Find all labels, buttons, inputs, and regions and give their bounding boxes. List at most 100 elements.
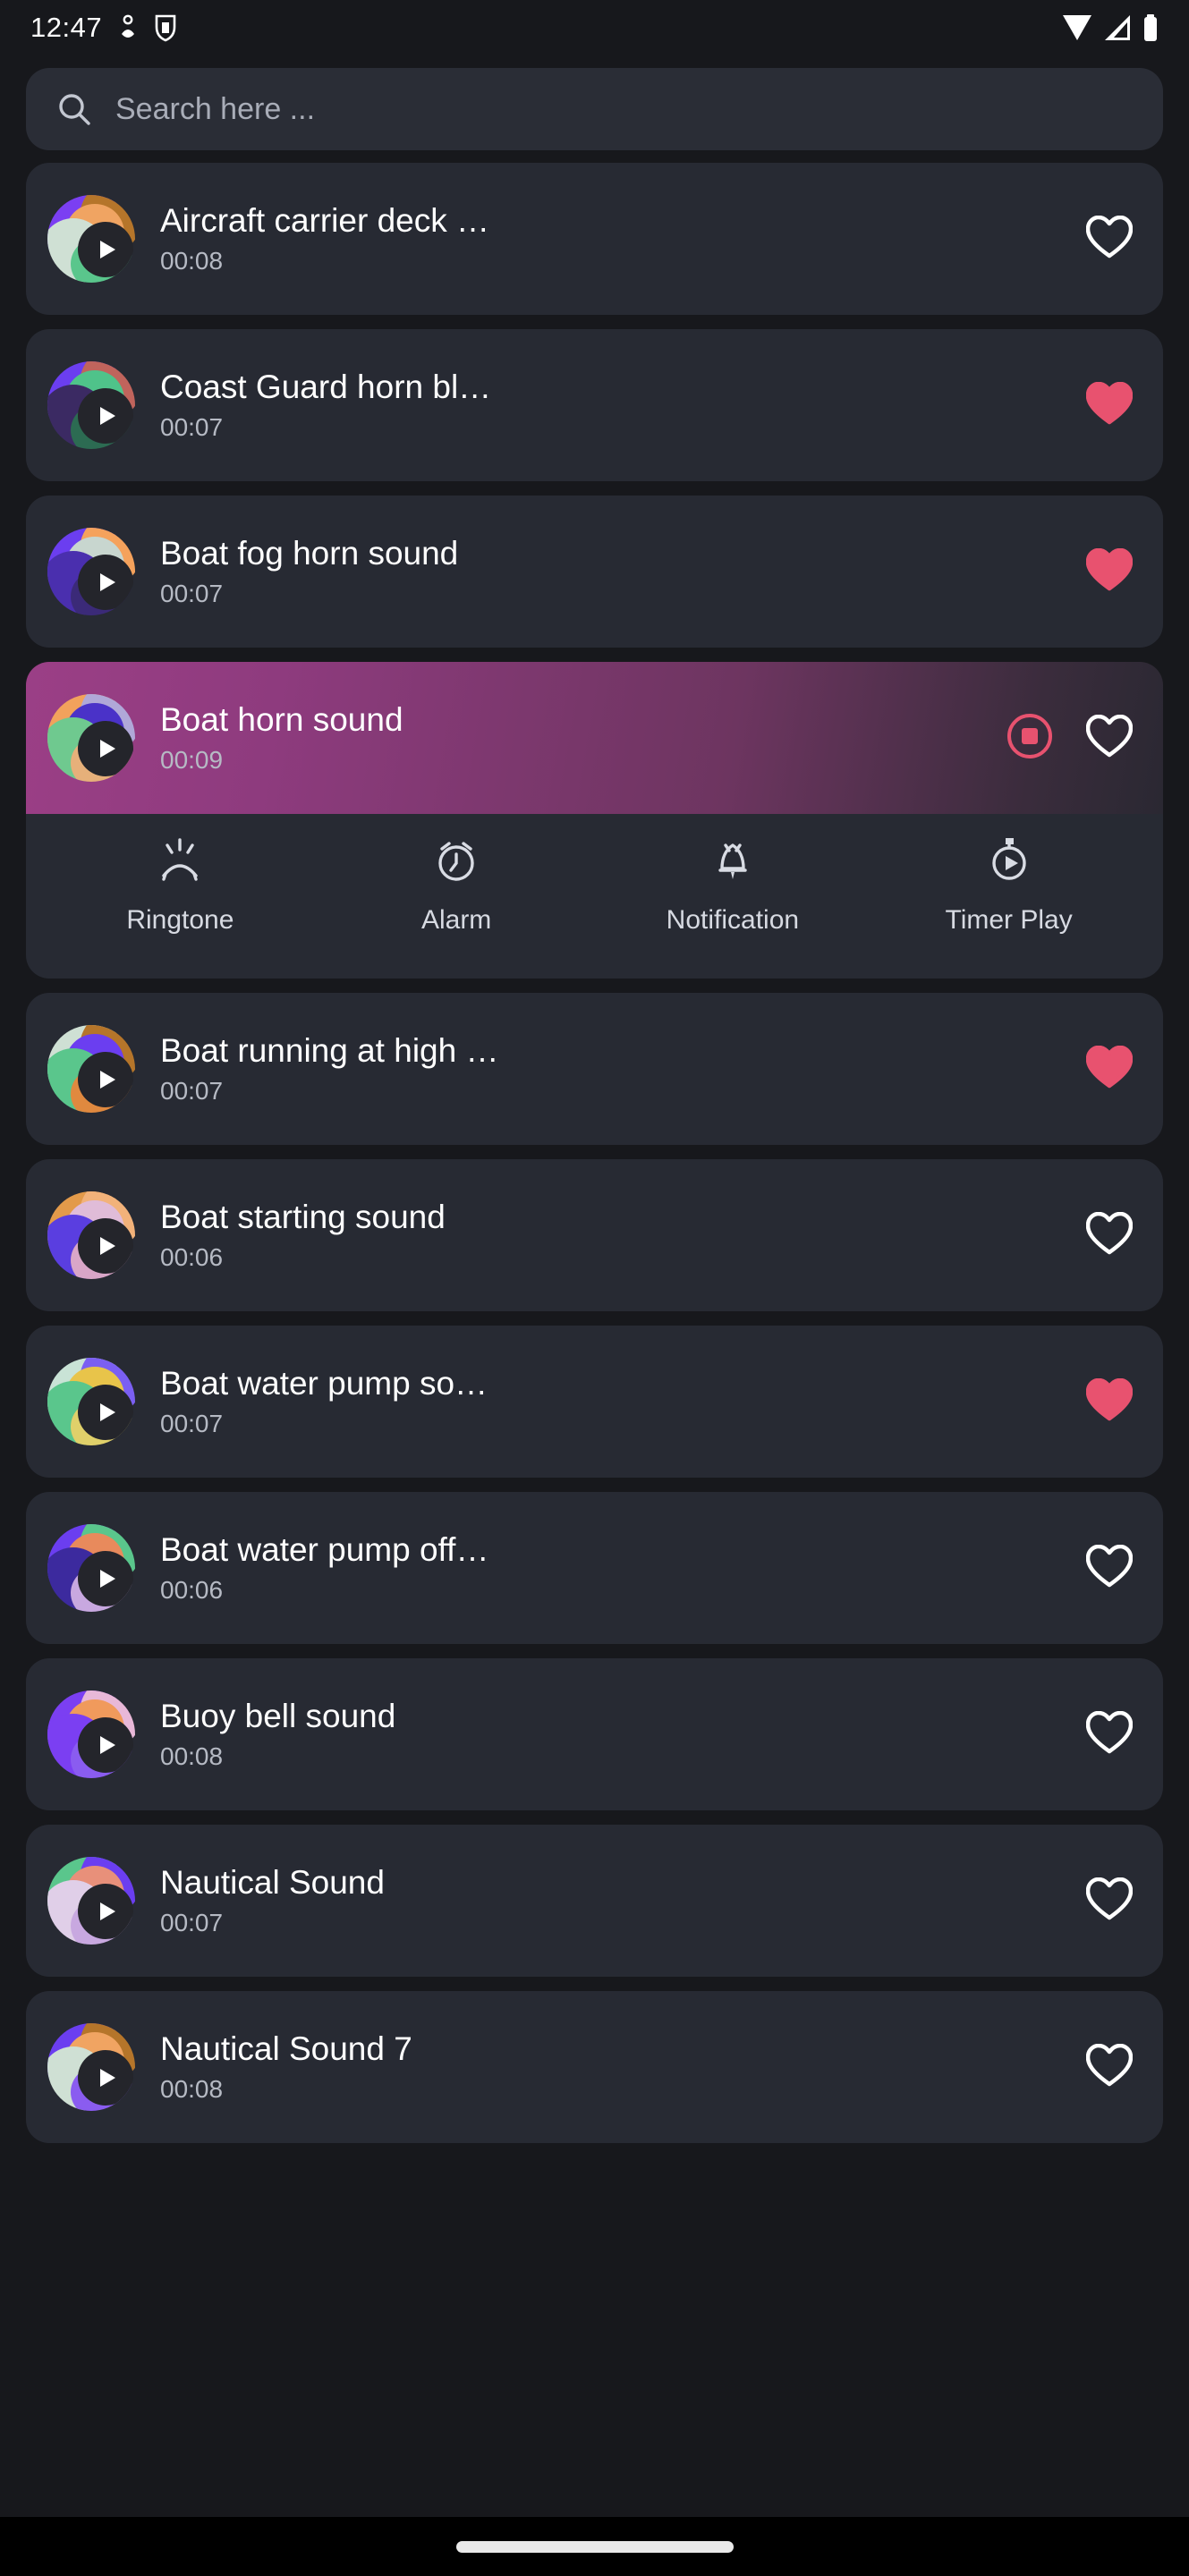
action-alarm[interactable]: Alarm	[318, 835, 595, 936]
item-controls	[1085, 1877, 1138, 1925]
sound-list-item[interactable]: Nautical Sound 7 00:08	[26, 1991, 1163, 2143]
sound-thumbnail[interactable]	[47, 195, 135, 283]
sound-item-group: Coast Guard horn bl… 00:07	[26, 329, 1163, 481]
sound-list-item[interactable]: Boat water pump off… 00:06	[26, 1492, 1163, 1644]
play-icon	[99, 407, 115, 425]
sound-thumbnail[interactable]	[47, 1025, 135, 1113]
playing-actions-panel: Ringtone Alarm Notification Timer Play	[26, 800, 1163, 979]
sound-thumbnail[interactable]	[47, 1857, 135, 1945]
sound-thumbnail[interactable]	[47, 2023, 135, 2111]
play-button[interactable]	[78, 721, 133, 776]
action-timer-play[interactable]: Timer Play	[871, 835, 1147, 936]
play-icon	[99, 1902, 115, 1920]
sound-thumbnail[interactable]	[47, 528, 135, 615]
favorite-button[interactable]	[1085, 1211, 1134, 1259]
sound-list-item[interactable]: Aircraft carrier deck … 00:08	[26, 163, 1163, 315]
play-icon	[99, 1403, 115, 1421]
sound-list-item[interactable]: Boat running at high … 00:07	[26, 993, 1163, 1145]
sound-thumbnail[interactable]	[47, 1191, 135, 1279]
sound-duration: 00:06	[160, 1243, 224, 1272]
sound-list-item[interactable]: Boat starting sound 00:06	[26, 1159, 1163, 1311]
play-button[interactable]	[78, 1385, 133, 1440]
play-icon	[99, 1570, 115, 1588]
favorite-button[interactable]	[1085, 714, 1134, 762]
sound-item-group: Nautical Sound 7 00:08	[26, 1991, 1163, 2143]
action-label: Alarm	[420, 904, 492, 935]
favorite-button[interactable]	[1085, 381, 1134, 429]
play-button[interactable]	[78, 1218, 133, 1274]
sound-list-item[interactable]: Boat fog horn sound 00:07	[26, 496, 1163, 648]
item-controls	[1085, 1544, 1138, 1592]
item-controls	[1085, 547, 1138, 596]
favorite-button[interactable]	[1085, 1877, 1134, 1925]
action-label: Notification	[666, 904, 800, 935]
play-button[interactable]	[78, 1052, 133, 1107]
play-button[interactable]	[78, 2050, 133, 2106]
sound-title: Aircraft carrier deck …	[160, 201, 490, 239]
sound-title: Boat water pump off…	[160, 1530, 489, 1568]
sound-list-item[interactable]: Boat horn sound 00:09	[26, 662, 1163, 814]
favorite-button[interactable]	[1085, 2043, 1134, 2091]
play-icon	[99, 241, 115, 258]
sound-item-group: Boat starting sound 00:06	[26, 1159, 1163, 1311]
sound-meta: Boat water pump off… 00:06	[135, 1531, 1086, 1606]
favorite-button[interactable]	[1085, 1544, 1134, 1592]
item-controls	[1085, 1377, 1138, 1426]
play-icon	[99, 1736, 115, 1754]
sound-item-group: Boat water pump off… 00:06	[26, 1492, 1163, 1644]
sound-meta: Buoy bell sound 00:08	[135, 1698, 1086, 1772]
item-controls	[1085, 1045, 1138, 1093]
sound-meta: Boat starting sound 00:06	[135, 1199, 1086, 1273]
alarm-clock-icon	[431, 835, 481, 889]
favorite-button[interactable]	[1085, 1377, 1134, 1426]
item-controls	[1085, 2043, 1138, 2091]
favorite-button[interactable]	[1085, 215, 1134, 263]
sound-thumbnail[interactable]	[47, 1524, 135, 1612]
action-notification[interactable]: Notification	[595, 835, 871, 936]
favorite-button[interactable]	[1085, 1045, 1134, 1093]
sound-meta: Boat water pump so… 00:07	[135, 1365, 1086, 1439]
sound-duration: 00:07	[160, 580, 224, 608]
sound-meta: Boat fog horn sound 00:07	[135, 535, 1086, 609]
favorite-button[interactable]	[1085, 547, 1134, 596]
stop-button[interactable]	[1006, 712, 1054, 765]
sound-title: Nautical Sound 7	[160, 2029, 412, 2067]
sound-duration: 00:07	[160, 413, 224, 442]
sound-duration: 00:08	[160, 2075, 224, 2104]
play-button[interactable]	[78, 388, 133, 444]
sound-title: Coast Guard horn bl…	[160, 368, 492, 405]
play-button[interactable]	[78, 1717, 133, 1773]
sound-meta: Boat running at high … 00:07	[135, 1032, 1086, 1106]
action-ringtone[interactable]: Ringtone	[42, 835, 318, 936]
sound-item-group: Aircraft carrier deck … 00:08	[26, 163, 1163, 315]
item-controls	[1085, 215, 1138, 263]
sound-thumbnail[interactable]	[47, 1690, 135, 1778]
home-indicator[interactable]	[455, 2540, 734, 2553]
play-button[interactable]	[78, 222, 133, 277]
sound-thumbnail[interactable]	[47, 694, 135, 782]
item-controls	[1085, 1211, 1138, 1259]
sound-thumbnail[interactable]	[47, 361, 135, 449]
sound-list-item[interactable]: Nautical Sound 00:07	[26, 1825, 1163, 1977]
sound-title: Nautical Sound	[160, 1863, 385, 1901]
sound-meta: Boat horn sound 00:09	[135, 701, 1006, 775]
sound-thumbnail[interactable]	[47, 1358, 135, 1445]
item-controls	[1006, 712, 1138, 765]
play-button[interactable]	[78, 1884, 133, 1939]
sound-title: Boat water pump so…	[160, 1364, 488, 1402]
sound-list-item[interactable]: Boat water pump so… 00:07	[26, 1326, 1163, 1478]
sound-list-item[interactable]: Coast Guard horn bl… 00:07	[26, 329, 1163, 481]
sound-meta: Nautical Sound 00:07	[135, 1864, 1086, 1938]
sound-item-group: Boat horn sound 00:09 Ringtone Alarm Not…	[26, 662, 1163, 979]
favorite-button[interactable]	[1085, 1710, 1134, 1758]
play-button[interactable]	[78, 1551, 133, 1606]
sound-item-group: Boat fog horn sound 00:07	[26, 496, 1163, 648]
sound-list-item[interactable]: Buoy bell sound 00:08	[26, 1658, 1163, 1810]
system-nav-bar	[0, 2517, 1189, 2576]
sound-item-group: Boat running at high … 00:07	[26, 993, 1163, 1145]
ringtone-icon	[155, 835, 205, 889]
sound-duration: 00:08	[160, 247, 224, 275]
play-button[interactable]	[78, 555, 133, 610]
action-label: Ringtone	[126, 904, 234, 935]
sound-title: Boat horn sound	[160, 700, 403, 738]
